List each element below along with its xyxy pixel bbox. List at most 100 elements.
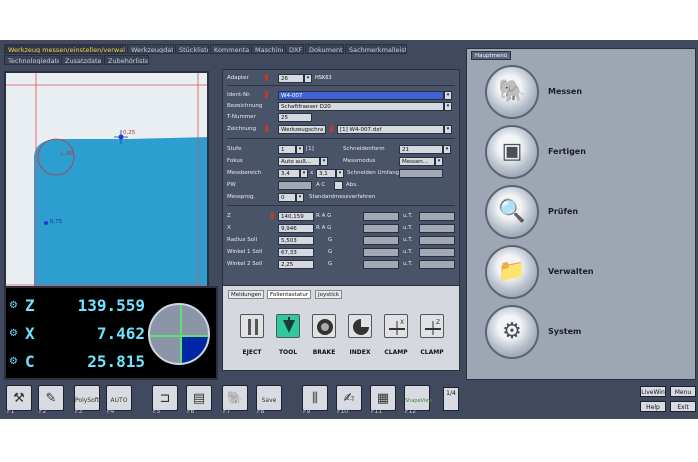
messen-button[interactable]: 🐘 <box>485 65 539 119</box>
chevron-down-icon[interactable]: ▾ <box>320 157 328 166</box>
tab-sachmerkmalleiste[interactable]: Sachmerkmalleiste <box>345 44 407 54</box>
verwalten-button[interactable]: 📁 <box>485 245 539 299</box>
machine-icon: ▣ <box>501 139 523 164</box>
tab-folientastatur[interactable]: Folientastatur <box>267 290 312 299</box>
abs-checkbox[interactable] <box>334 181 343 190</box>
tab-dxf[interactable]: DXF <box>285 44 304 54</box>
tab-maschine[interactable]: Maschine <box>251 44 284 54</box>
fokus-field[interactable]: Auto auß... <box>278 157 320 166</box>
stufe-field[interactable]: 1 <box>278 145 296 154</box>
tab-zusatzdaten[interactable]: Zusatzdaten <box>61 55 103 65</box>
winkel2-ut-field[interactable] <box>419 260 455 269</box>
tool-contour-drawing <box>6 73 207 291</box>
winkel2-ot-field[interactable] <box>363 260 399 269</box>
chevron-down-icon[interactable]: ▾ <box>444 102 452 111</box>
system-label: System <box>548 327 582 336</box>
eject-label: EJECT <box>242 349 262 356</box>
tab-werkzeug-messen[interactable]: Werkzeug messen/einstellen/verwalten <box>4 44 126 54</box>
bezeichnung-field[interactable]: Schaftfraeser D20 <box>278 102 444 111</box>
main-menu-header: Hauptmenü <box>471 51 512 60</box>
chevron-down-icon[interactable]: ▾ <box>304 74 312 83</box>
tab-werkzeugdaten[interactable]: Werkzeugdaten <box>127 44 174 54</box>
function-key-bar: ⚒ F1 ✎ F2 PolySoft F3 AUTO F4 ⊐ F5 ▤ F6 … <box>0 382 698 419</box>
x-field[interactable]: 9,946 <box>278 224 314 233</box>
tool-holder-icon: ⫼ <box>312 391 318 406</box>
radius-ut-field[interactable] <box>419 236 455 245</box>
winkel1-ot-field[interactable] <box>363 248 399 257</box>
adapter-code: HSK63 <box>315 75 332 81</box>
tab-dokumente[interactable]: Dokumente <box>305 44 344 54</box>
messbereich-field-1[interactable]: 3,4 <box>278 169 300 178</box>
chevron-down-icon[interactable]: ▾ <box>444 91 452 100</box>
menu-button[interactable]: Menu <box>670 386 696 397</box>
z-ot-field[interactable] <box>363 212 399 221</box>
chevron-down-icon[interactable]: ▾ <box>296 193 304 202</box>
table-icon: ▦ <box>376 391 390 406</box>
pw-field[interactable] <box>278 181 312 190</box>
winkel2-ut-label: u.T. <box>403 261 413 267</box>
f8-label: F8 <box>257 408 265 415</box>
winkel1-ut-field[interactable] <box>419 248 455 257</box>
messbereich-field-2[interactable]: 3,1 <box>316 169 336 178</box>
chevron-down-icon[interactable]: ▾ <box>443 145 451 154</box>
axis-gear-icon: ⚙ <box>9 328 18 339</box>
adapter-field[interactable]: 26 <box>278 74 304 83</box>
livewin-button[interactable]: LiveWin <box>640 386 666 397</box>
ident-field[interactable]: W4-007 <box>278 91 444 100</box>
eject-button[interactable] <box>240 314 264 338</box>
tab-stueckliste[interactable]: Stückliste <box>175 44 209 54</box>
tnummer-field[interactable]: 25 <box>278 113 312 122</box>
page-switch-button[interactable]: 1/4 <box>443 387 459 411</box>
exit-button[interactable]: Exit <box>670 401 696 412</box>
x-ot-field[interactable] <box>363 224 399 233</box>
main-menu: Hauptmenü 🐘 Messen ▣ Fertigen 🔍 Prüfen 📁… <box>466 48 696 380</box>
tab-technologiedaten[interactable]: Technologiedaten <box>4 55 60 65</box>
clamp-z-button[interactable]: Z <box>420 314 444 338</box>
pruefen-button[interactable]: 🔍 <box>485 185 539 239</box>
zeichnung-type-field[interactable]: Werkzeugschra <box>278 125 326 134</box>
winkel2-field[interactable]: 2,25 <box>278 260 314 269</box>
tab-kommentar[interactable]: Kommentar <box>210 44 250 54</box>
z-field[interactable]: 140,159 <box>278 212 314 221</box>
stufe-extra: [1] <box>306 146 314 152</box>
brake-button[interactable] <box>312 314 336 338</box>
winkel1-ut-label: u.T. <box>403 249 413 255</box>
verwalten-label: Verwalten <box>548 267 594 276</box>
radius-field[interactable]: 5,503 <box>278 236 314 245</box>
clamp-x-button[interactable]: X <box>384 314 408 338</box>
chevron-down-icon[interactable]: ▾ <box>296 145 304 154</box>
index-button[interactable] <box>348 314 372 338</box>
tab-zubehoerliste[interactable]: Zubehörliste <box>104 55 149 65</box>
tab-joystick[interactable]: Joystick <box>315 290 343 299</box>
radius-ot-field[interactable] <box>363 236 399 245</box>
chevron-down-icon[interactable]: ▾ <box>435 157 443 166</box>
chevron-down-icon[interactable]: ▾ <box>444 125 452 134</box>
system-button[interactable]: ⚙ <box>485 305 539 359</box>
messmodus-field[interactable]: Messen... <box>399 157 435 166</box>
tool-button[interactable] <box>276 314 300 338</box>
chevron-down-icon[interactable]: ▾ <box>300 169 308 178</box>
chevron-down-icon[interactable]: ▾ <box>336 169 344 178</box>
axis-gear-icon: ⚙ <box>9 356 18 367</box>
stufe-label: Stufe <box>227 146 242 152</box>
tool-graphic-view[interactable]: L,00 0,25 0,75 <box>4 71 209 293</box>
x-ut-field[interactable] <box>419 224 455 233</box>
fertigen-button[interactable]: ▣ <box>485 125 539 179</box>
winkel2-unit: G <box>328 261 333 267</box>
tab-meldungen[interactable]: Meldungen <box>228 290 265 299</box>
brake-label: BRAKE <box>312 349 336 356</box>
fertigen-label: Fertigen <box>548 147 586 156</box>
z-ut-field[interactable] <box>419 212 455 221</box>
divider <box>227 138 455 139</box>
messprog-field[interactable]: 0 <box>278 193 296 202</box>
clamp-x-icon: X <box>389 319 405 335</box>
index-label: INDEX <box>349 349 371 356</box>
schneiden-umfang-field[interactable] <box>399 169 443 178</box>
schneidenform-label: Schneidenform <box>343 146 385 152</box>
pw-label: PW <box>227 182 236 188</box>
winkel1-field[interactable]: 67,33 <box>278 248 314 257</box>
dro-value-c: 25.815 <box>87 352 145 371</box>
help-button[interactable]: Help <box>640 401 666 412</box>
zeichnung-file-field[interactable]: [1] W4-007.dxf <box>337 125 444 134</box>
schneidenform-field[interactable]: 21 <box>399 145 443 154</box>
